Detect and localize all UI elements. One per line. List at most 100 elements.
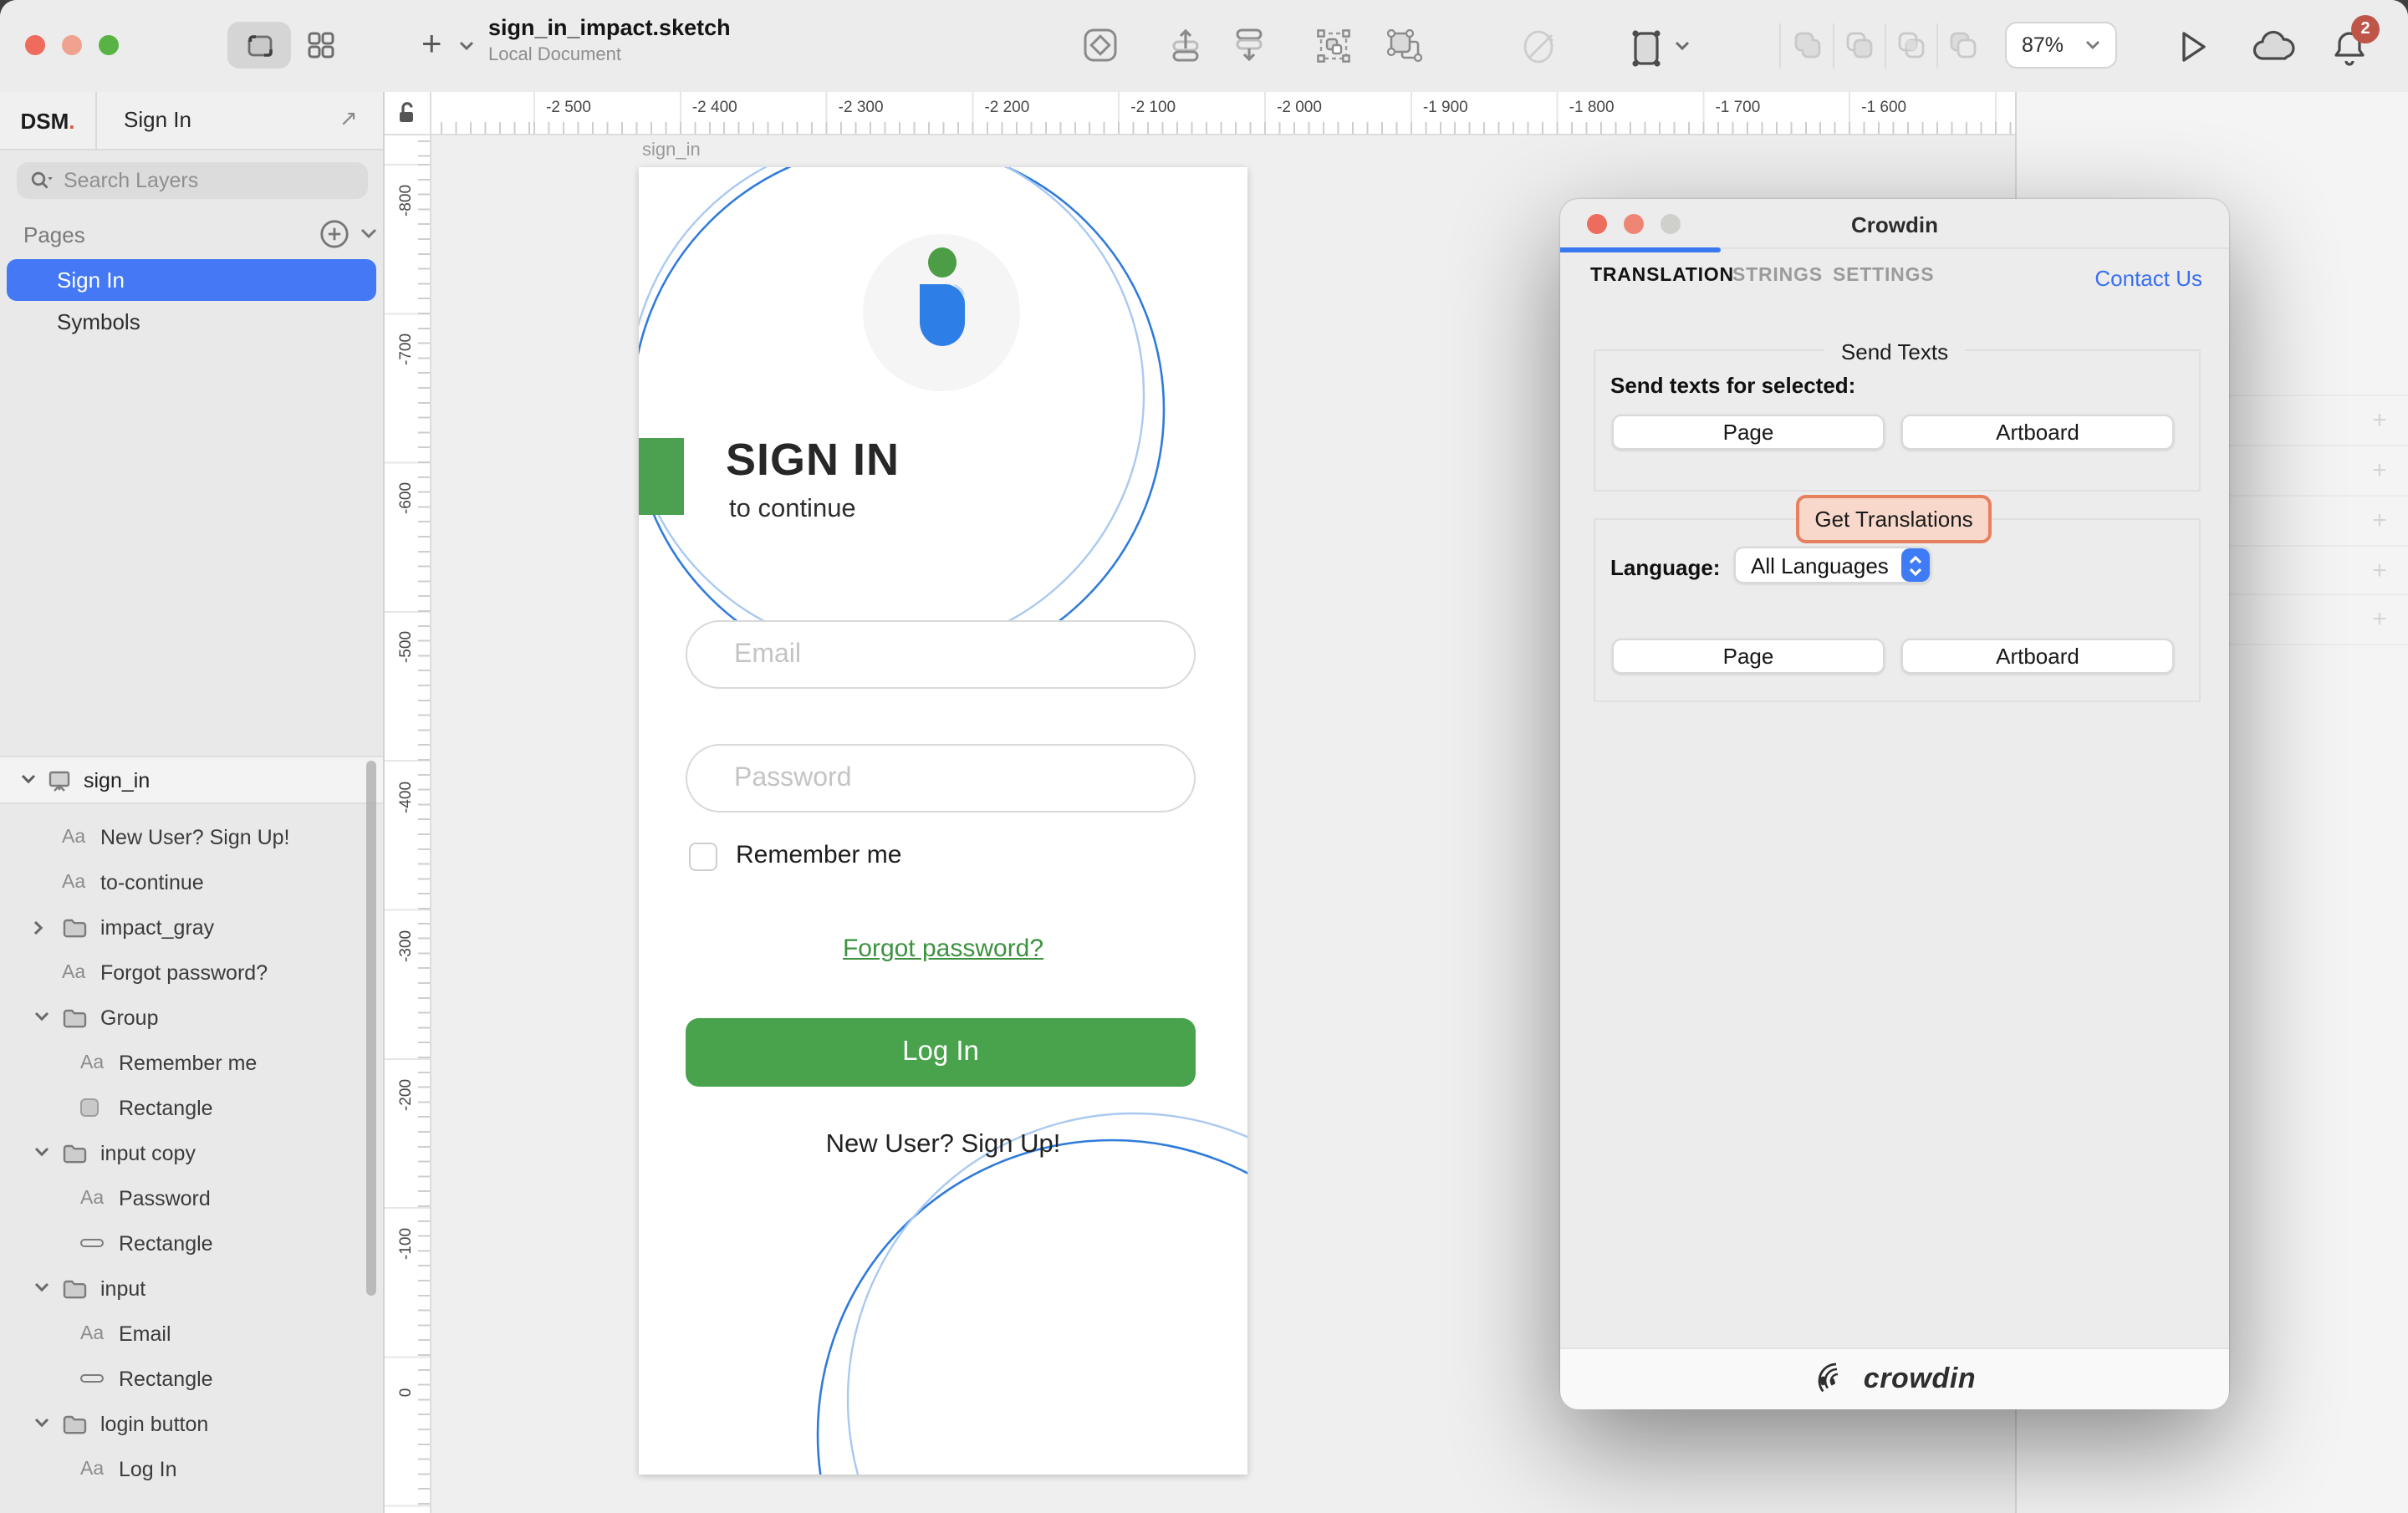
page-row[interactable]: Symbols: [7, 301, 376, 343]
signup-text[interactable]: New User? Sign Up!: [639, 1130, 1247, 1160]
pages-list: Sign InSymbols: [0, 259, 383, 343]
layer-row[interactable]: Aa Forgot password?: [0, 950, 383, 995]
boolean-union-icon[interactable]: [1789, 27, 1826, 64]
dialog-tab[interactable]: STRINGS: [1732, 266, 1823, 286]
layer-label: Rectangle: [119, 1096, 213, 1119]
layer-row[interactable]: Aa input copy: [0, 1130, 383, 1175]
layer-label: input copy: [100, 1141, 196, 1164]
get-artboard-button[interactable]: Artboard: [1901, 639, 2174, 674]
get-translations-button[interactable]: Get Translations: [1796, 495, 1992, 543]
edit-vector-icon[interactable]: [1520, 27, 1560, 67]
zoom-select[interactable]: 87%: [2005, 22, 2117, 69]
login-button[interactable]: Log In: [686, 1018, 1196, 1087]
boolean-difference-icon[interactable]: [1945, 27, 1982, 64]
add-style-icon[interactable]: +: [2368, 557, 2391, 585]
dialog-tab[interactable]: SETTINGS: [1833, 266, 1934, 286]
cloud-sync-icon[interactable]: [2252, 30, 2298, 62]
layer-row[interactable]: Aa impact_gray: [0, 904, 383, 950]
preview-play-icon[interactable]: [2177, 28, 2211, 65]
chevron-down-icon[interactable]: [33, 1418, 50, 1429]
select-stepper-icon[interactable]: [1901, 548, 1930, 582]
layer-row[interactable]: Aa Remember me: [0, 1040, 383, 1085]
artboard-title[interactable]: sign_in: [642, 140, 701, 160]
add-style-icon[interactable]: +: [2368, 456, 2391, 485]
ruler-label: -2 300: [839, 99, 884, 117]
send-page-button[interactable]: Page: [1612, 415, 1885, 450]
zoom-window-button[interactable]: [99, 35, 119, 55]
ruler-label: -800: [397, 185, 416, 217]
layer-label: input: [100, 1276, 145, 1300]
layer-row[interactable]: Aa Rectangle: [0, 1356, 383, 1401]
chevron-down-icon[interactable]: [20, 774, 37, 786]
layer-row[interactable]: Aa Group: [0, 995, 383, 1040]
open-page-arrow-icon[interactable]: ↗: [339, 105, 358, 132]
ruler-label: -2 100: [1130, 99, 1176, 117]
dialog-titlebar[interactable]: Crowdin: [1560, 199, 2229, 249]
send-backward-icon[interactable]: [1232, 27, 1269, 64]
tab-sign-in[interactable]: Sign In: [124, 107, 191, 132]
password-field[interactable]: Password: [686, 744, 1196, 813]
remember-me-checkbox[interactable]: [689, 843, 717, 871]
pages-collapse-chevron-icon[interactable]: [360, 227, 378, 241]
layer-row[interactable]: Aa to-continue: [0, 859, 383, 904]
insert-chevron-icon[interactable]: [458, 40, 475, 52]
password-placeholder: Password: [734, 763, 852, 793]
layer-row[interactable]: Aa Rectangle: [0, 1220, 383, 1266]
unlock-icon: [398, 102, 416, 124]
add-style-icon[interactable]: +: [2368, 406, 2391, 435]
layer-row-artboard[interactable]: sign_in: [0, 756, 383, 804]
language-select[interactable]: All Languages: [1734, 547, 1931, 583]
ruler-corner[interactable]: [385, 92, 431, 135]
layers-scrollbar[interactable]: [366, 761, 376, 1296]
dialog-tab[interactable]: TRANSLATION: [1590, 266, 1734, 286]
add-page-icon[interactable]: [319, 219, 349, 249]
chevron-right-icon[interactable]: [33, 919, 45, 935]
grid-view-button[interactable]: [291, 22, 351, 69]
email-field[interactable]: Email: [686, 620, 1196, 689]
forgot-password-link[interactable]: Forgot password?: [639, 935, 1247, 963]
line-layer-icon: [80, 1239, 104, 1247]
ruler-label: -500: [397, 632, 416, 664]
canvas-view-button[interactable]: [227, 22, 291, 69]
search-input[interactable]: Search Layers: [17, 162, 368, 199]
add-style-icon[interactable]: +: [2368, 507, 2391, 535]
ruler-label: -100: [397, 1228, 416, 1260]
page-row[interactable]: Sign In: [7, 259, 376, 301]
create-symbol-icon[interactable]: [1082, 27, 1119, 64]
folder-icon: [62, 917, 87, 937]
minimize-window-button[interactable]: [62, 35, 82, 55]
add-style-icon[interactable]: +: [2368, 605, 2391, 634]
send-artboard-button[interactable]: Artboard: [1901, 415, 2174, 450]
heading-green-rectangle: [639, 438, 684, 515]
grid-icon: [308, 32, 334, 59]
chevron-down-icon[interactable]: [33, 1282, 50, 1294]
layer-row[interactable]: Aa Rectangle: [0, 1085, 383, 1130]
boolean-subtract-icon[interactable]: [1841, 27, 1878, 64]
insert-button[interactable]: +: [421, 25, 442, 65]
artboard[interactable]: SIGN IN to continue Email Password Remem…: [639, 167, 1247, 1475]
group-icon[interactable]: [1314, 27, 1353, 65]
text-layer-icon: Aa: [80, 1459, 104, 1479]
bring-forward-icon[interactable]: [1169, 27, 1206, 64]
layer-row[interactable]: Aa login button: [0, 1401, 383, 1446]
layer-row[interactable]: Aa New User? Sign Up!: [0, 814, 383, 859]
chevron-down-icon[interactable]: [33, 1147, 50, 1159]
ruler-label: -400: [397, 781, 416, 813]
layer-row[interactable]: Aa Log In: [0, 1446, 383, 1491]
folder-icon: [62, 1143, 87, 1163]
resize-icon[interactable]: [1627, 27, 1667, 70]
layer-row[interactable]: Aa Email: [0, 1311, 383, 1356]
chevron-down-icon[interactable]: [33, 1011, 50, 1023]
get-page-button[interactable]: Page: [1612, 639, 1885, 674]
canvas-icon: [245, 33, 273, 58]
contact-us-link[interactable]: Contact Us: [2094, 266, 2202, 291]
tab-dsm[interactable]: DSM.: [0, 92, 97, 149]
layer-row[interactable]: Aa Password: [0, 1175, 383, 1220]
resize-chevron-icon[interactable]: [1674, 40, 1691, 52]
ruler-label: -1 700: [1715, 99, 1760, 117]
boolean-intersect-icon[interactable]: [1893, 27, 1930, 64]
language-label: Language:: [1610, 555, 1720, 580]
layer-row[interactable]: Aa input: [0, 1266, 383, 1311]
close-window-button[interactable]: [25, 35, 45, 55]
ungroup-icon[interactable]: [1385, 27, 1423, 65]
